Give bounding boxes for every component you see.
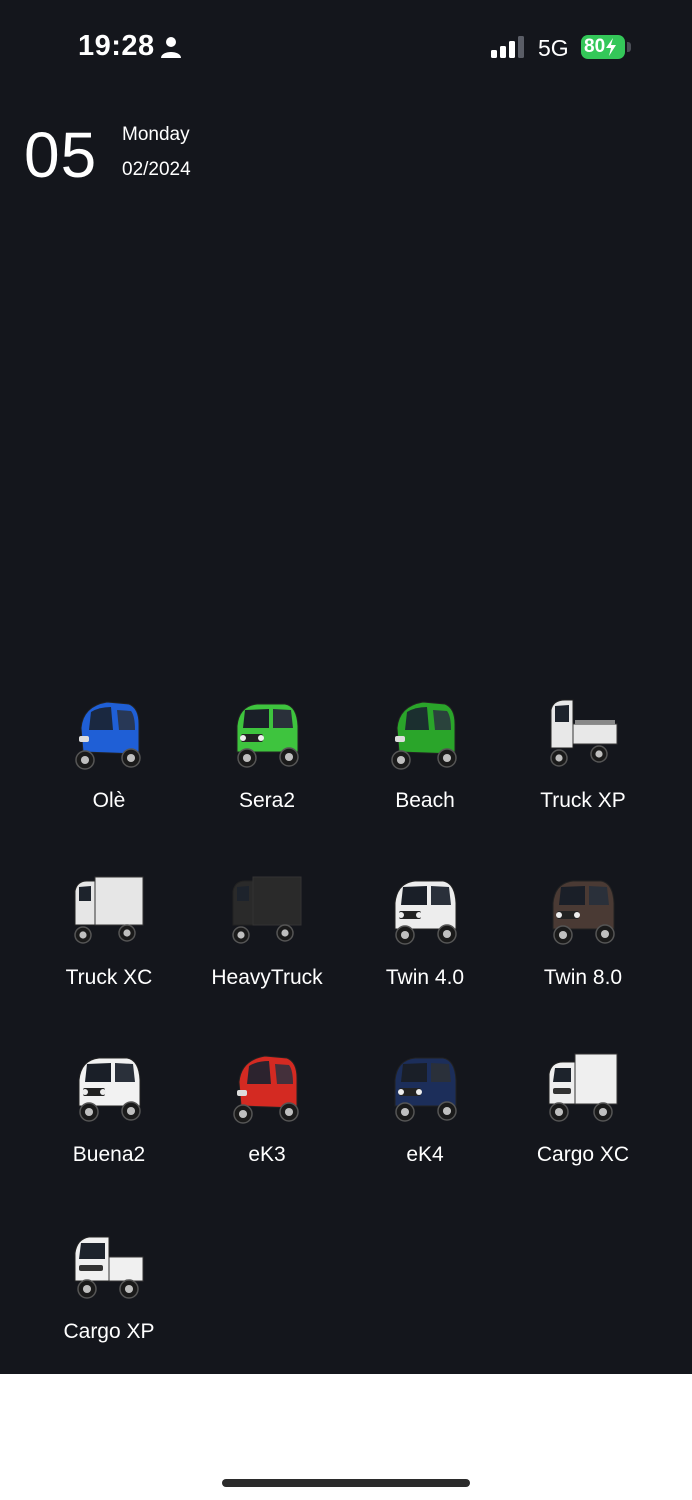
vehicle-label: Twin 4.0 bbox=[385, 966, 465, 989]
vehicle-app-truck-xp[interactable]: Truck XP bbox=[504, 690, 662, 867]
vehicle-twin-4-0-icon bbox=[394, 880, 457, 945]
cellular-signal-icon bbox=[491, 36, 524, 58]
vehicle-label: Truck XC bbox=[65, 966, 153, 989]
status-bar: 19:28 5G 80 bbox=[0, 0, 692, 95]
vehicle-label: Beach bbox=[395, 789, 455, 812]
vehicle-buena2-icon bbox=[78, 1057, 141, 1122]
vehicle-label: HeavyTruck bbox=[211, 966, 323, 989]
charging-bolt-icon bbox=[606, 38, 617, 56]
vehicle-label: Cargo XP bbox=[63, 1320, 155, 1343]
person-icon bbox=[161, 37, 181, 58]
vehicle-label: Twin 8.0 bbox=[543, 966, 623, 989]
battery-indicator: 80 bbox=[581, 35, 625, 59]
network-type: 5G bbox=[538, 35, 569, 61]
vehicle-label: Truck XP bbox=[540, 789, 626, 812]
vehicle-app-ek3[interactable]: eK3 bbox=[188, 1044, 346, 1221]
vehicle-app-ol[interactable]: Olè bbox=[30, 690, 188, 867]
home-screen: 19:28 5G 80 05 Monday 02/2024 Olè Sera2 … bbox=[0, 0, 692, 1374]
home-indicator[interactable] bbox=[222, 1479, 470, 1487]
date-month-year: 02/2024 bbox=[122, 159, 191, 180]
vehicle-ol-icon bbox=[75, 701, 141, 770]
vehicle-app-buena2[interactable]: Buena2 bbox=[30, 1044, 188, 1221]
vehicle-truck-xc-icon bbox=[74, 876, 144, 944]
vehicle-label: Sera2 bbox=[238, 789, 296, 812]
vehicle-cargo-xc-icon bbox=[548, 1053, 618, 1122]
vehicle-ek3-icon bbox=[233, 1055, 299, 1124]
vehicle-label: eK4 bbox=[406, 1143, 444, 1166]
vehicle-app-beach[interactable]: Beach bbox=[346, 690, 504, 867]
date-day: 05 bbox=[24, 119, 98, 191]
battery-tip bbox=[627, 42, 631, 52]
vehicle-app-truck-xc[interactable]: Truck XC bbox=[30, 867, 188, 1044]
status-time: 19:28 bbox=[78, 30, 155, 62]
vehicle-app-grid: Olè Sera2 Beach Truck XP Truck XC HeavyT… bbox=[30, 690, 662, 1398]
vehicle-ek4-icon bbox=[394, 1057, 457, 1122]
vehicle-sera2-icon bbox=[236, 703, 299, 768]
vehicle-label: Buena2 bbox=[72, 1143, 146, 1166]
vehicle-app-ek4[interactable]: eK4 bbox=[346, 1044, 504, 1221]
vehicle-app-twin-4-0[interactable]: Twin 4.0 bbox=[346, 867, 504, 1044]
vehicle-app-heavytruck[interactable]: HeavyTruck bbox=[188, 867, 346, 1044]
vehicle-twin-8-0-icon bbox=[552, 880, 615, 945]
vehicle-label: Cargo XC bbox=[536, 1143, 630, 1166]
vehicle-app-twin-8-0[interactable]: Twin 8.0 bbox=[504, 867, 662, 1044]
vehicle-truck-xp-icon bbox=[550, 699, 618, 767]
vehicle-label: eK3 bbox=[248, 1143, 286, 1166]
date-weekday: Monday bbox=[122, 124, 190, 145]
vehicle-label: Olè bbox=[92, 789, 126, 812]
vehicle-heavytruck-icon bbox=[232, 876, 302, 944]
vehicle-cargo-xp-icon bbox=[74, 1236, 144, 1299]
vehicle-beach-icon bbox=[391, 701, 457, 770]
battery-level: 80 bbox=[584, 36, 606, 57]
vehicle-app-sera2[interactable]: Sera2 bbox=[188, 690, 346, 867]
vehicle-app-cargo-xc[interactable]: Cargo XC bbox=[504, 1044, 662, 1221]
vehicle-app-cargo-xp[interactable]: Cargo XP bbox=[30, 1221, 188, 1398]
